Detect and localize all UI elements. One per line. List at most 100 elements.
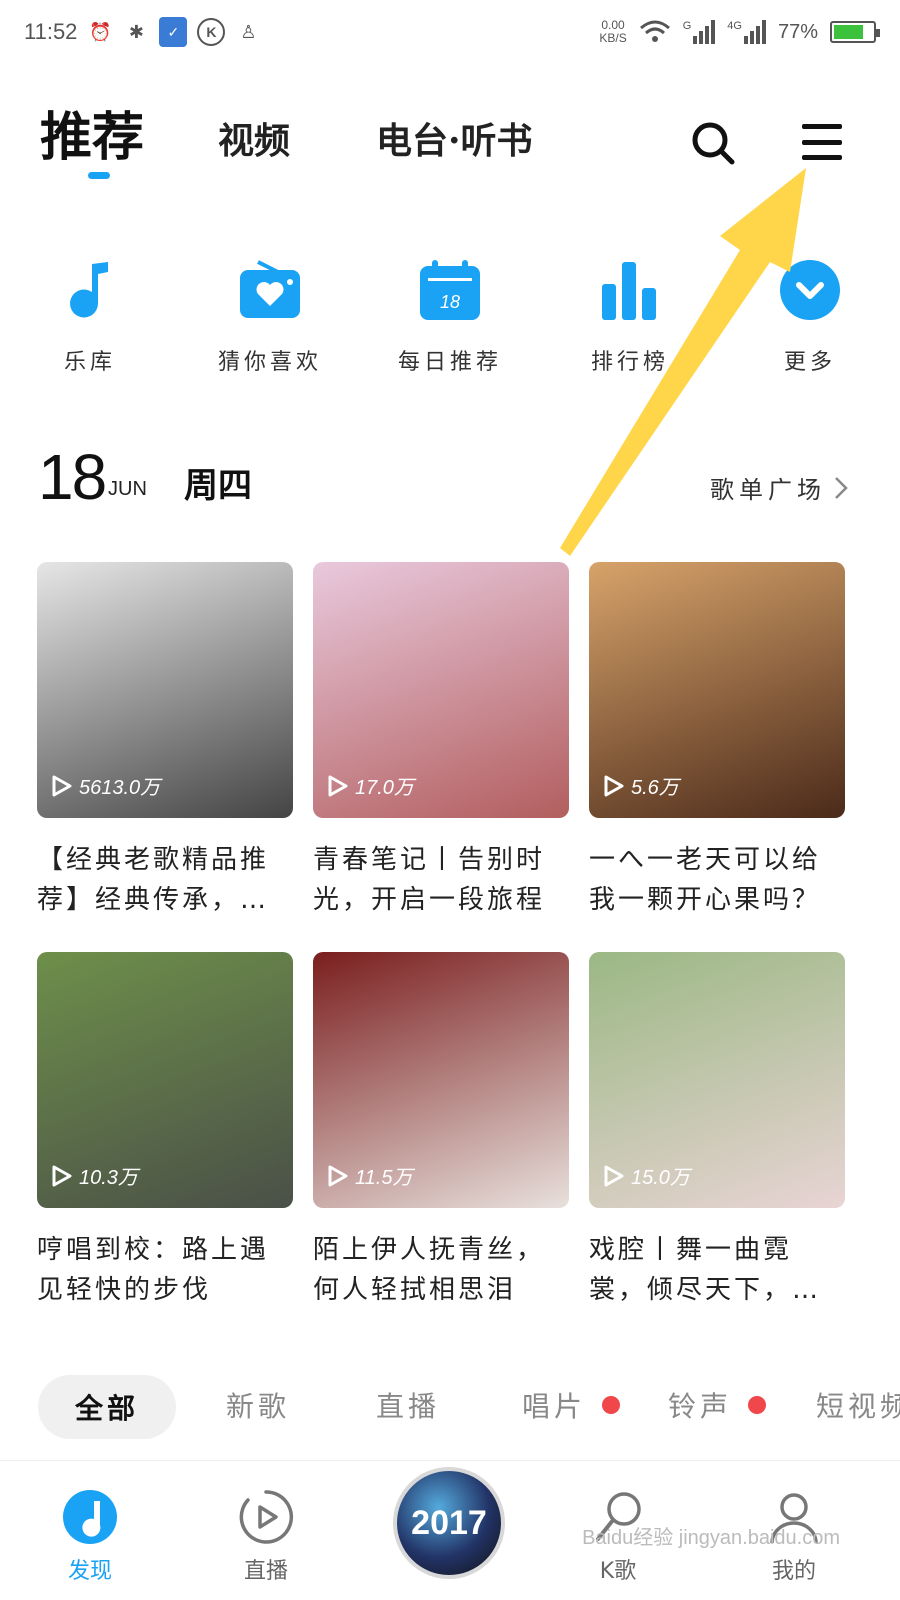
entry-more[interactable]: 更多	[720, 258, 900, 376]
entry-daily-recommend[interactable]: 18 每日推荐	[360, 258, 540, 376]
play-count-value: 10.3万	[79, 1167, 138, 1189]
nav-label: K歌	[599, 1559, 637, 1584]
nav-label: 直播	[243, 1559, 288, 1584]
nav-label: 我的	[771, 1559, 816, 1584]
status-time: 11:52	[24, 19, 78, 44]
new-dot-badge	[748, 1396, 767, 1414]
category-label: 短视频	[816, 1390, 900, 1423]
bottom-nav: 发现 直播 2017 K歌 我的 Baidu经验 jingyan.baidu.c…	[0, 1460, 900, 1600]
play-icon	[604, 1165, 624, 1186]
playlist-title: 青春笔记丨告别时光，开启一段旅程	[313, 845, 546, 915]
playlist-title: 哼唱到校：路上遇见轻快的步伐	[37, 1235, 270, 1305]
qq-icon: ♙	[240, 21, 257, 42]
play-count-value: 17.0万	[355, 777, 414, 799]
play-count-value: 11.5万	[355, 1167, 413, 1189]
nav-live[interactable]: 直播	[206, 1489, 326, 1585]
category-tabs: 全部 新歌 直播 唱片 铃声 短视频	[0, 1375, 900, 1455]
baidu-watermark: Baidu经验 jingyan.baidu.com	[582, 1527, 840, 1549]
category-tab-new-songs[interactable]: 新歌	[226, 1385, 290, 1425]
signal-2-label: 4G	[727, 20, 742, 32]
entry-label: 猜你喜欢	[217, 350, 322, 375]
playlist-plaza-label: 歌单广场	[710, 476, 826, 504]
tab-recommend[interactable]: 推荐	[40, 95, 144, 170]
net-speed: 0.00 KB/S	[599, 19, 626, 45]
category-label: 铃声	[668, 1390, 733, 1423]
signal-icon: G	[683, 20, 716, 44]
entry-label: 排行榜	[590, 350, 669, 375]
nav-discover[interactable]: 发现	[30, 1489, 150, 1585]
alarm-icon: ⏰	[89, 21, 112, 42]
playlist-card[interactable]: 5.6万 一へ一老天可以给我一颗开心果吗？	[589, 562, 845, 920]
entry-label: 每日推荐	[397, 350, 502, 375]
bar-chart-icon	[602, 262, 656, 320]
playlist-card[interactable]: 5613.0万 【经典老歌精品推荐】经典传承，…	[37, 562, 293, 920]
entry-music-library[interactable]: 乐库	[0, 258, 180, 376]
search-icon[interactable]	[690, 120, 736, 166]
tab-video[interactable]: 视频	[218, 112, 290, 164]
category-tab-ringtones[interactable]: 铃声	[668, 1385, 767, 1425]
entry-label: 更多	[783, 350, 836, 375]
play-icon	[328, 775, 348, 796]
playlist-title: 陌上伊人抚青丝，何人轻拭相思泪	[313, 1235, 546, 1305]
date-weekday: 周四	[184, 466, 252, 506]
playlist-cover: 17.0万	[313, 562, 569, 818]
date-header: 18 JUN 周四 歌单广场	[38, 440, 868, 513]
play-count: 11.5万	[327, 1161, 412, 1190]
chevron-down-circle-icon	[780, 260, 840, 320]
category-tab-short-video[interactable]: 短视频	[816, 1385, 900, 1425]
battery-percent: 77%	[777, 20, 818, 43]
play-circle-icon	[239, 1490, 294, 1544]
play-count: 10.3万	[51, 1161, 138, 1190]
status-bar: 11:52 ⏰ ✱ ✓ K ♙ 0.00 KB/S G 4G 77%	[0, 0, 900, 64]
playlist-cover: 5613.0万	[37, 562, 293, 818]
discover-icon	[63, 1490, 117, 1544]
date-month: JUN	[108, 478, 147, 500]
playlist-card[interactable]: 10.3万 哼唱到校：路上遇见轻快的步伐	[37, 952, 293, 1310]
entry-charts[interactable]: 排行榜	[540, 258, 720, 376]
net-speed-unit: KB/S	[599, 31, 627, 45]
quick-entries: 乐库 猜你喜欢 18 每日推荐 排行榜 更多	[0, 258, 900, 376]
music-note-icon	[70, 262, 108, 318]
entry-guess-you-like[interactable]: 猜你喜欢	[180, 258, 360, 376]
playlist-cover: 5.6万	[589, 562, 845, 818]
calendar-icon: 18	[420, 260, 480, 320]
active-tab-indicator	[88, 172, 110, 179]
signal-4g-icon: 4G	[727, 20, 766, 44]
k-app-icon: K	[197, 18, 226, 46]
signal-1-label: G	[682, 20, 692, 32]
battery-icon	[830, 21, 880, 43]
category-tab-albums[interactable]: 唱片	[522, 1385, 621, 1425]
new-dot-badge	[602, 1396, 621, 1414]
play-count: 15.0万	[603, 1161, 690, 1190]
wifi-icon	[639, 20, 670, 42]
menu-icon[interactable]	[802, 124, 842, 160]
category-label: 新歌	[226, 1390, 291, 1423]
now-playing-disc[interactable]: 2017	[393, 1467, 505, 1579]
top-nav: 推荐 视频 电台·听书	[40, 90, 860, 190]
playlist-plaza-link[interactable]: 歌单广场	[710, 470, 848, 505]
tab-radio-audiobook[interactable]: 电台·听书	[376, 112, 533, 164]
play-count: 17.0万	[327, 771, 414, 800]
playlist-title: 戏腔丨舞一曲霓裳，倾尽天下，…	[589, 1235, 822, 1305]
calendar-badge: 18	[440, 292, 460, 312]
play-count-value: 5613.0万	[79, 777, 161, 799]
category-tab-all[interactable]: 全部	[38, 1375, 176, 1439]
playlist-card[interactable]: 17.0万 青春笔记丨告别时光，开启一段旅程	[313, 562, 569, 920]
playlist-card[interactable]: 11.5万 陌上伊人抚青丝，何人轻拭相思泪	[313, 952, 569, 1310]
playlist-card[interactable]: 15.0万 戏腔丨舞一曲霓裳，倾尽天下，…	[589, 952, 845, 1310]
category-tab-live[interactable]: 直播	[376, 1385, 440, 1425]
bluetooth-icon: ✱	[128, 21, 144, 42]
play-icon	[328, 1165, 348, 1186]
playlist-cover: 11.5万	[313, 952, 569, 1208]
radio-heart-icon	[240, 260, 300, 318]
battery-fill	[834, 25, 864, 39]
shield-icon: ✓	[159, 17, 188, 47]
category-label: 唱片	[522, 1390, 587, 1423]
category-label: 直播	[376, 1390, 441, 1423]
entry-label: 乐库	[63, 350, 116, 375]
nav-label: 发现	[67, 1559, 112, 1584]
playlist-cover: 10.3万	[37, 952, 293, 1208]
play-count-value: 15.0万	[631, 1167, 690, 1189]
play-count: 5.6万	[603, 771, 679, 800]
chevron-right-icon	[835, 476, 848, 499]
